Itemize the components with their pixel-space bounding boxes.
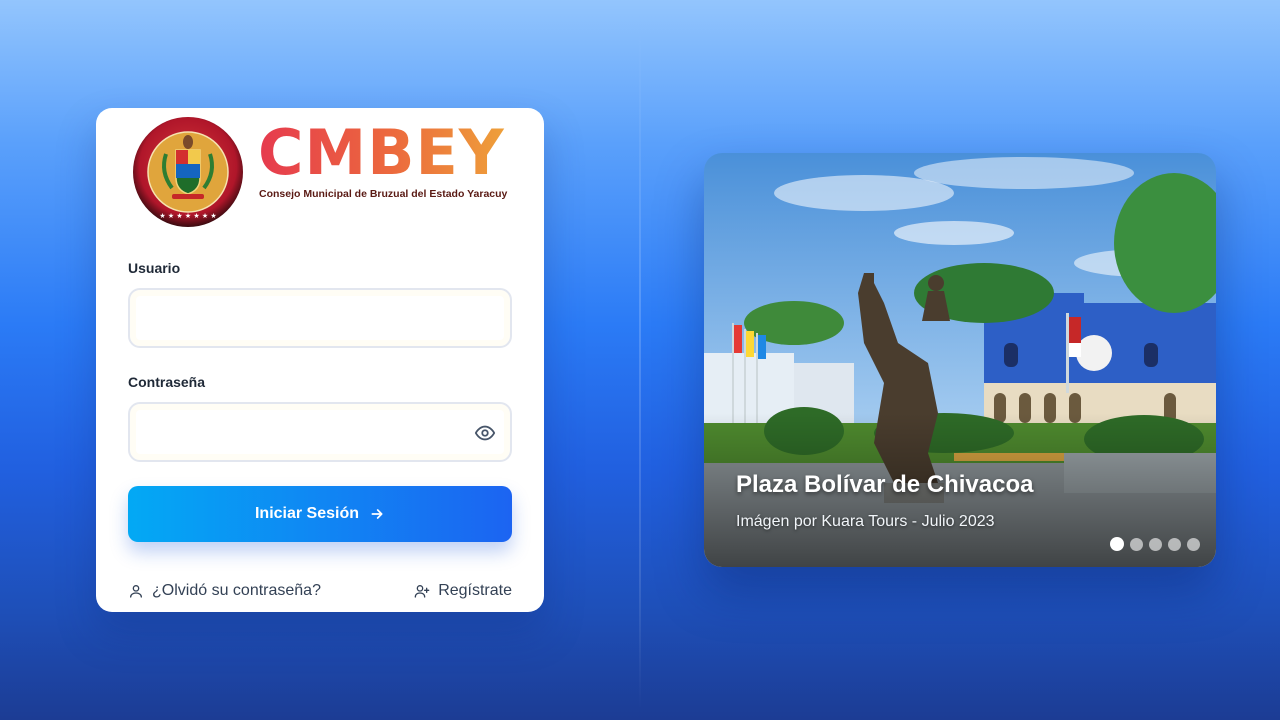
password-input[interactable] — [142, 414, 472, 450]
register-link[interactable]: Regístrate — [414, 582, 512, 600]
register-label: Regístrate — [438, 582, 512, 599]
login-button-label: Iniciar Sesión — [254, 505, 360, 522]
user-plus-icon — [414, 585, 430, 598]
carousel-dot-4[interactable] — [1168, 537, 1181, 551]
panel-divider — [639, 30, 641, 710]
login-card: ★ ★ ★ ★ ★ ★ ★ CMBEY Consejo Municipal de… — [96, 108, 544, 612]
carousel-dots — [1110, 537, 1200, 551]
carousel-dot-5[interactable] — [1187, 537, 1200, 551]
brand-logo: ★ ★ ★ ★ ★ ★ ★ CMBEY Consejo Municipal de… — [128, 112, 512, 232]
forgot-password-label: ¿Olvidó su contraseña? — [152, 582, 321, 599]
logo-subtitle: Consejo Municipal de Bruzual del Estado … — [259, 188, 508, 200]
password-label: Contraseña — [128, 374, 206, 390]
carousel-title: Plaza Bolívar de Chivacoa — [736, 471, 1034, 498]
svg-text:★ ★ ★ ★ ★ ★ ★: ★ ★ ★ ★ ★ ★ ★ — [159, 212, 216, 220]
login-button[interactable]: Iniciar Sesión — [128, 486, 512, 542]
carousel-dot-2[interactable] — [1130, 537, 1143, 551]
carousel-credit: Imágen por Kuara Tours - Julio 2023 — [736, 513, 995, 530]
username-input[interactable] — [142, 300, 472, 336]
carousel-dot-3[interactable] — [1149, 537, 1162, 551]
eye-icon[interactable] — [474, 422, 496, 444]
username-field[interactable] — [128, 288, 512, 348]
logo-title: CMBEY — [258, 116, 505, 189]
forgot-password-link[interactable]: ¿Olvidó su contraseña? — [128, 582, 321, 600]
password-field[interactable] — [128, 402, 512, 462]
carousel-dot-1[interactable] — [1110, 537, 1124, 551]
seal-logo: ★ ★ ★ ★ ★ ★ ★ — [133, 117, 243, 227]
user-icon — [130, 585, 142, 598]
username-label: Usuario — [128, 260, 181, 276]
carousel-image — [704, 153, 1216, 567]
arrow-right-icon — [371, 509, 383, 519]
carousel: Plaza Bolívar de Chivacoa Imágen por Kua… — [704, 153, 1216, 567]
